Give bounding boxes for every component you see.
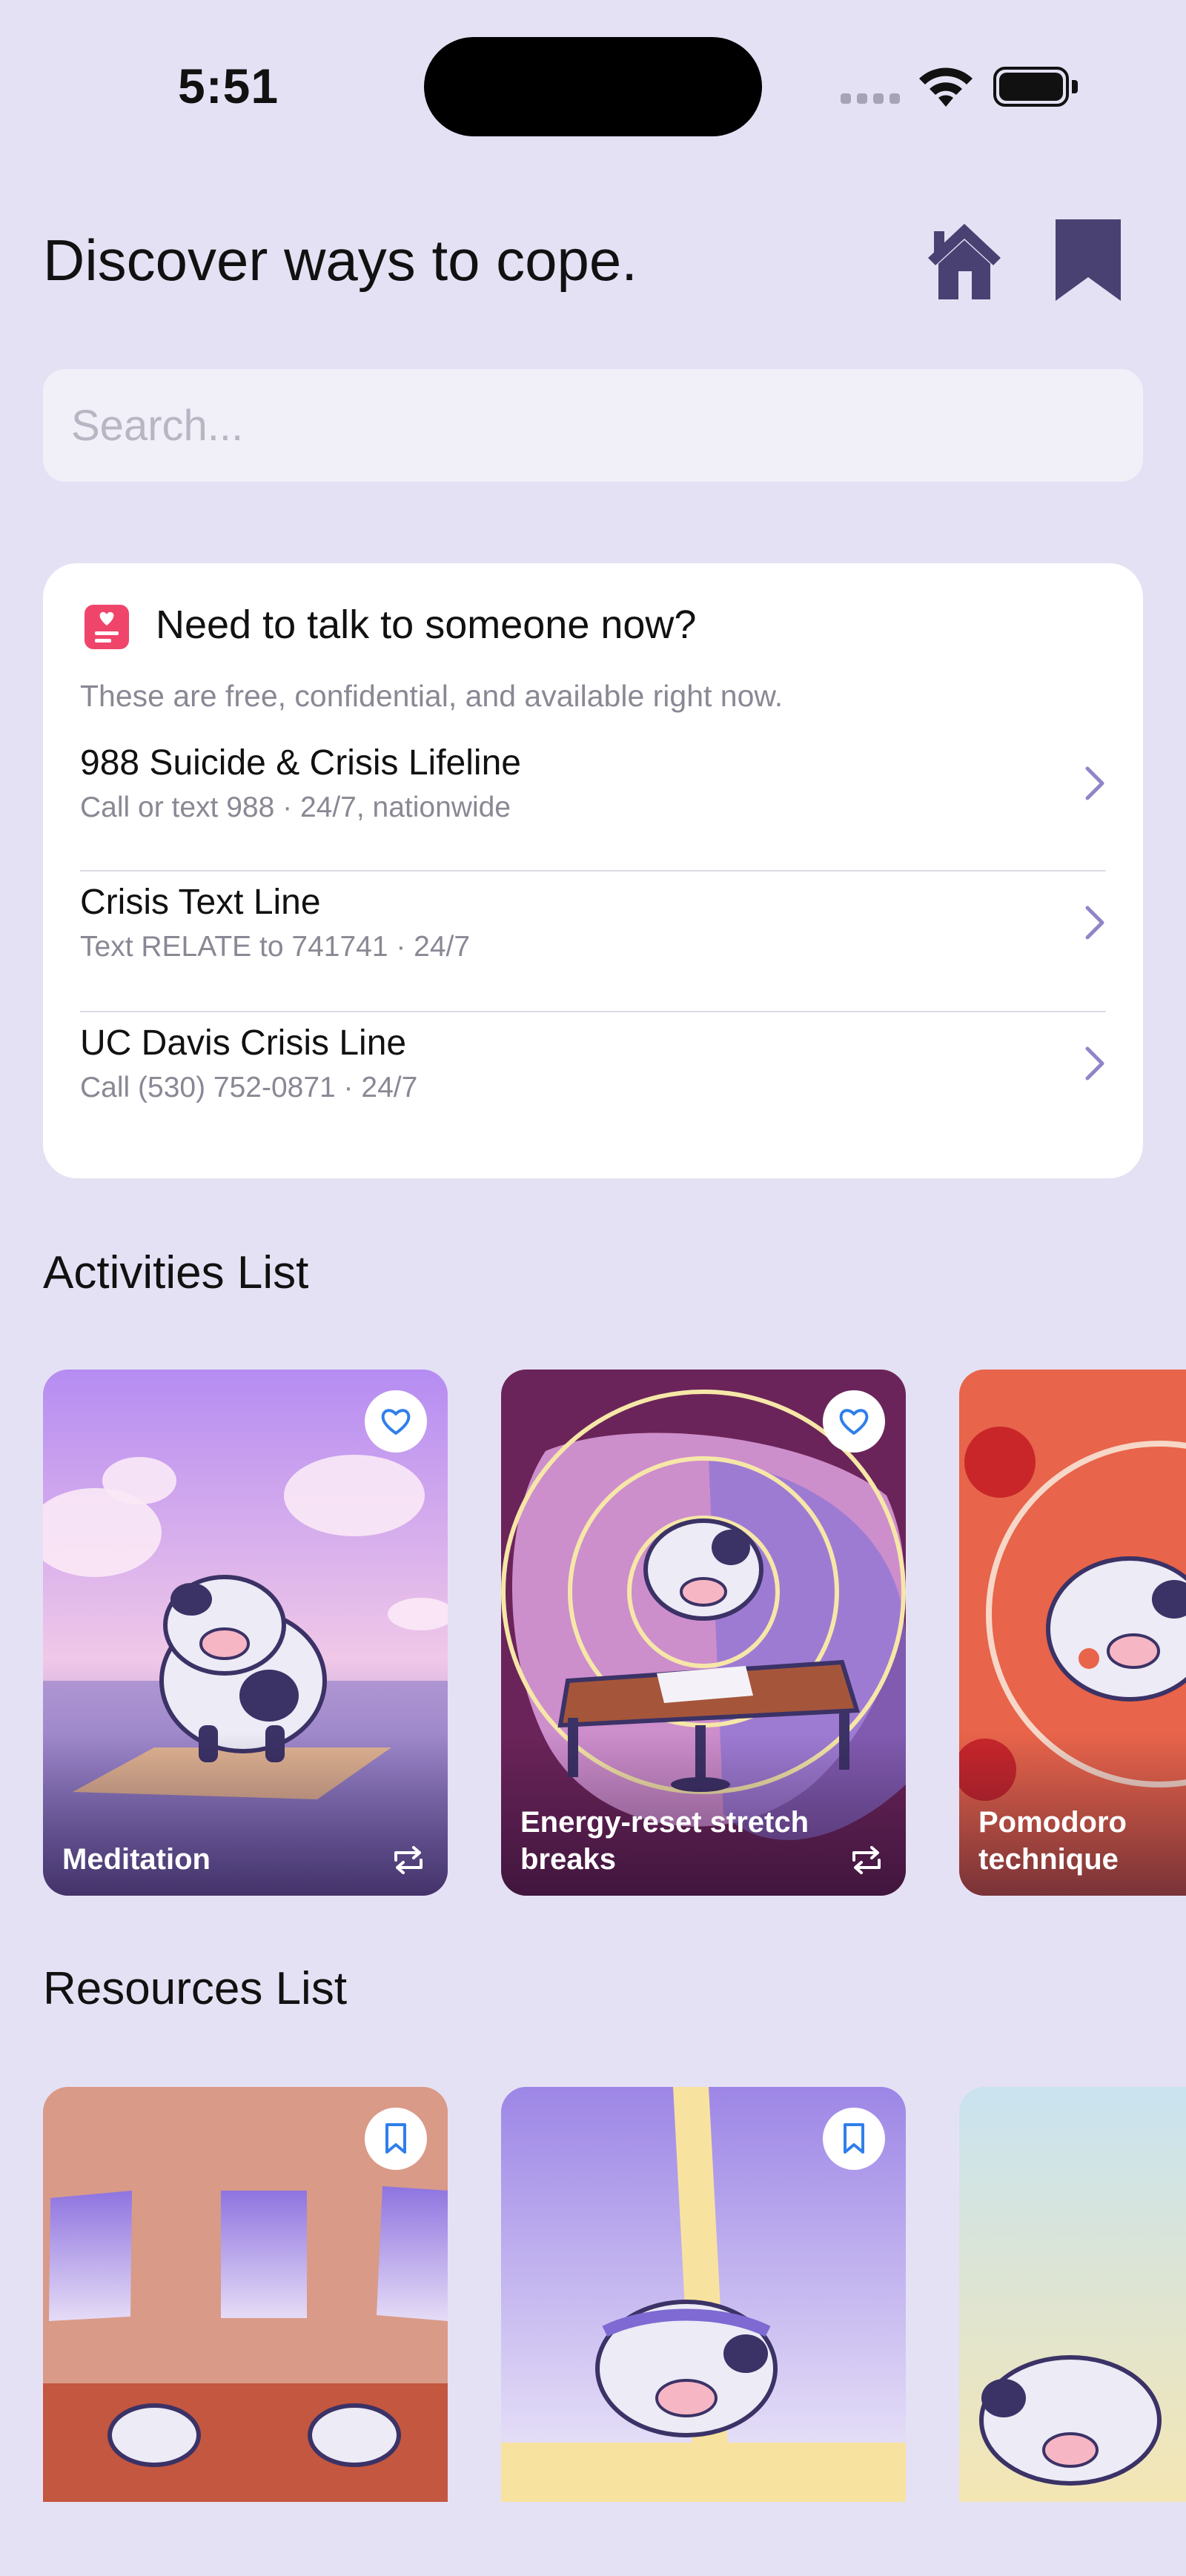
favorite-button[interactable] bbox=[823, 1390, 885, 1453]
dynamic-island bbox=[424, 37, 762, 136]
activity-card-meditation[interactable]: Meditation bbox=[43, 1370, 448, 1896]
repeat-icon[interactable] bbox=[390, 1844, 427, 1876]
favorite-button[interactable] bbox=[365, 1390, 427, 1453]
crisis-subtitle: These are free, confidential, and availa… bbox=[80, 679, 784, 713]
activity-label: Meditation bbox=[62, 1843, 211, 1876]
resource-card[interactable] bbox=[43, 2087, 448, 2502]
activity-card-pomodoro[interactable]: Pomodoro technique bbox=[959, 1370, 1186, 1896]
status-time: 5:51 bbox=[178, 59, 279, 113]
home-button[interactable] bbox=[924, 219, 1005, 302]
hotline-name: 988 Suicide & Crisis Lifeline bbox=[80, 743, 521, 783]
battery-icon bbox=[993, 67, 1078, 107]
heart-icon bbox=[839, 1409, 869, 1435]
resources-heading: Resources List bbox=[43, 1963, 348, 2014]
home-icon bbox=[928, 224, 1001, 299]
hotline-detail: Call or text 988 · 24/7, nationwide bbox=[80, 791, 511, 823]
resource-card[interactable] bbox=[959, 2087, 1186, 2502]
chevron-right-icon bbox=[1085, 1046, 1104, 1080]
hotline-988[interactable]: 988 Suicide & Crisis Lifeline Call or te… bbox=[80, 719, 1106, 858]
status-bar: 5:51 bbox=[0, 0, 1186, 148]
chevron-right-icon bbox=[1085, 906, 1104, 940]
wifi-icon bbox=[919, 67, 973, 107]
resource-illustration bbox=[959, 2087, 1186, 2502]
bookmarks-button[interactable] bbox=[1051, 216, 1125, 304]
bookmark-icon bbox=[844, 2123, 864, 2154]
page-title: Discover ways to cope. bbox=[43, 228, 637, 293]
hotline-uc-davis[interactable]: UC Davis Crisis Line Call (530) 752-0871… bbox=[80, 999, 1106, 1138]
chevron-right-icon bbox=[1085, 766, 1104, 800]
activity-label: Energy-reset stretch breaks bbox=[520, 1806, 809, 1876]
hotline-detail: Call (530) 752-0871 · 24/7 bbox=[80, 1072, 418, 1103]
bookmark-button[interactable] bbox=[823, 2108, 885, 2170]
bookmark-icon bbox=[385, 2123, 406, 2154]
activities-heading: Activities List bbox=[43, 1247, 309, 1298]
hotline-crisis-text-line[interactable]: Crisis Text Line Text RELATE to 741741 ·… bbox=[80, 858, 1106, 997]
crisis-support-card: Need to talk to someone now? These are f… bbox=[43, 563, 1143, 1178]
search-input[interactable] bbox=[43, 369, 1143, 482]
hotline-detail: Text RELATE to 741741 · 24/7 bbox=[80, 931, 471, 963]
heart-note-icon bbox=[85, 605, 129, 649]
hotline-name: Crisis Text Line bbox=[80, 883, 321, 922]
repeat-icon[interactable] bbox=[848, 1844, 885, 1876]
signal-icon bbox=[841, 93, 900, 105]
hotline-name: UC Davis Crisis Line bbox=[80, 1023, 407, 1063]
activity-label: Pomodoro technique bbox=[978, 1806, 1127, 1876]
bookmark-icon bbox=[1056, 219, 1121, 301]
heart-icon bbox=[381, 1409, 411, 1435]
bookmark-button[interactable] bbox=[365, 2108, 427, 2170]
activity-card-stretch-breaks[interactable]: Energy-reset stretch breaks bbox=[501, 1370, 906, 1896]
resource-card[interactable] bbox=[501, 2087, 906, 2502]
crisis-title: Need to talk to someone now? bbox=[156, 602, 697, 647]
